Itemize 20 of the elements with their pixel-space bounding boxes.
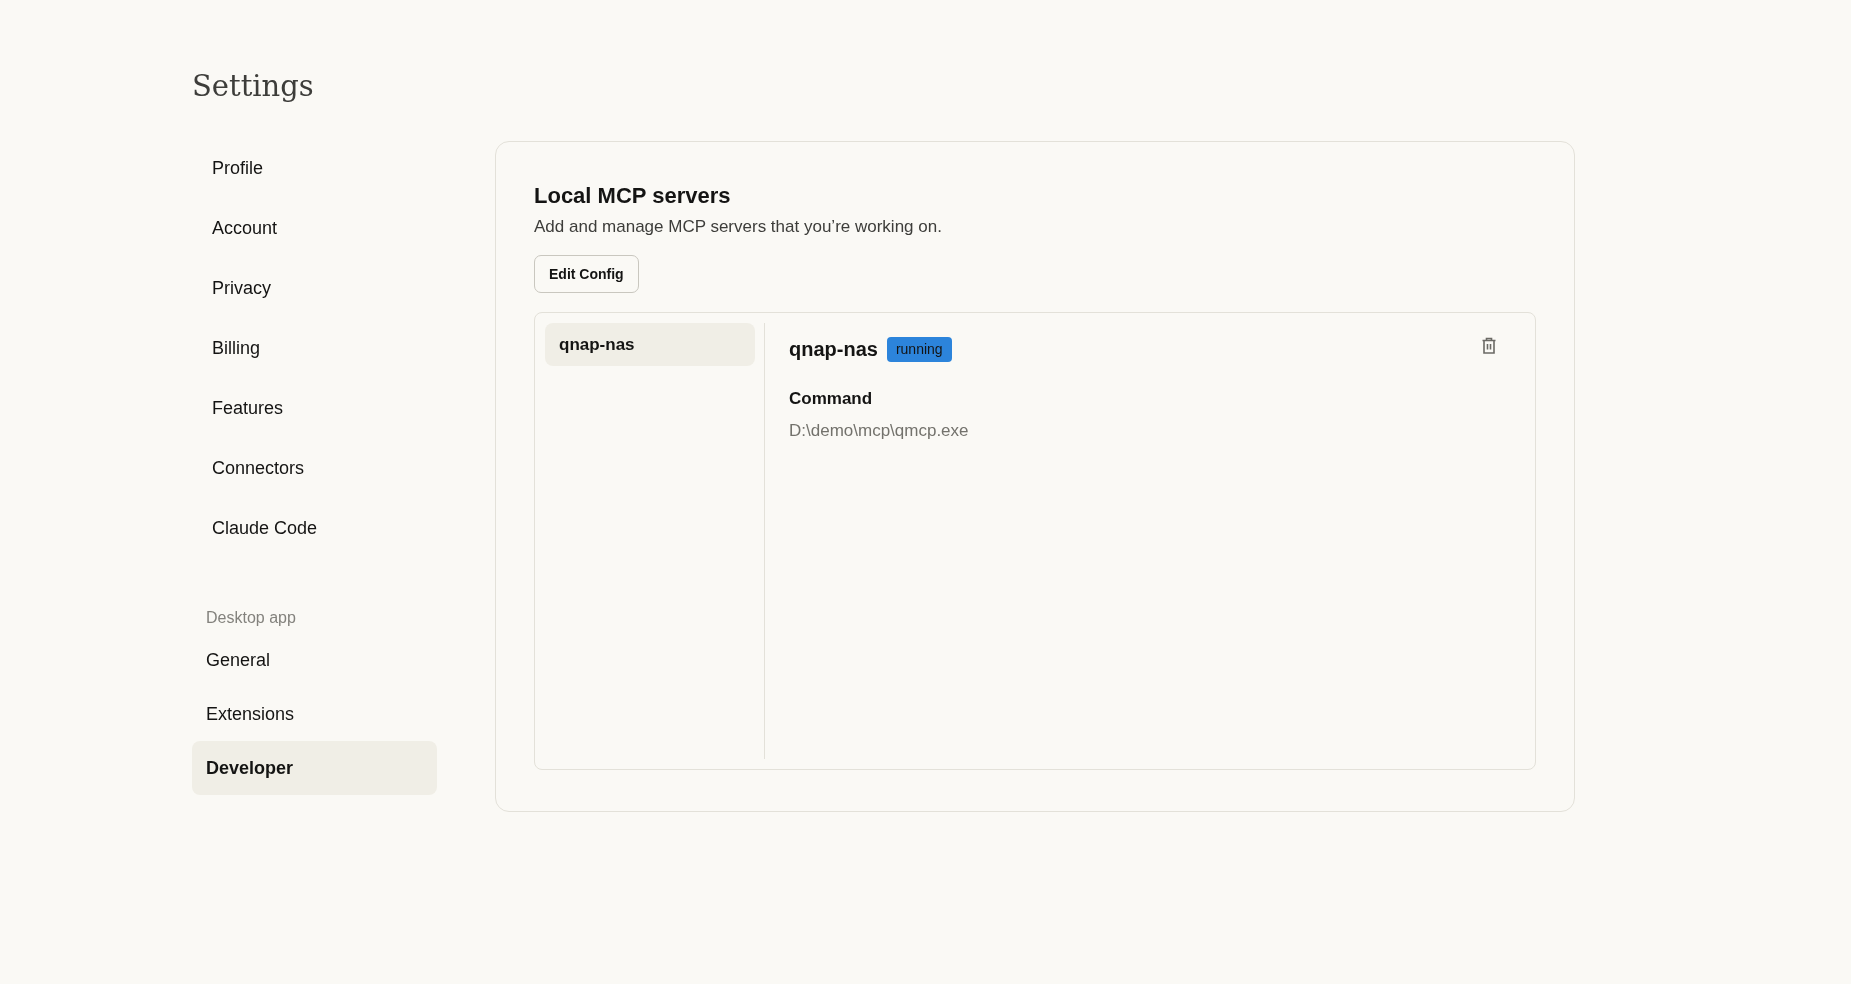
page-title: Settings [192, 72, 315, 101]
section-title: Local MCP servers [534, 182, 732, 210]
server-name: qnap-nas [789, 337, 878, 362]
sidebar-item[interactable]: General [192, 633, 437, 687]
server-list-item[interactable]: qnap-nas [545, 323, 755, 366]
sidebar-item[interactable]: Billing [192, 321, 437, 375]
sidebar-item[interactable]: Claude Code [192, 501, 437, 555]
sidebar-item[interactable]: Account [192, 201, 437, 255]
sidebar-section-heading: Desktop app [205, 608, 297, 628]
sidebar-item[interactable]: Privacy [192, 261, 437, 315]
command-path: D:\demo\mcp\qmcp.exe [789, 419, 970, 442]
section-description: Add and manage MCP servers that you’re working on. [534, 215, 943, 238]
sidebar-item[interactable]: Developer [192, 741, 437, 795]
edit-config-button[interactable]: Edit Config [534, 255, 639, 293]
status-badge: running [886, 336, 952, 362]
sidebar-item[interactable]: Profile [192, 141, 437, 195]
sidebar-item[interactable]: Features [192, 381, 437, 435]
command-label: Command [789, 388, 874, 410]
sidebar-item[interactable]: Extensions [192, 687, 437, 741]
sidebar-item[interactable]: Connectors [192, 441, 437, 495]
